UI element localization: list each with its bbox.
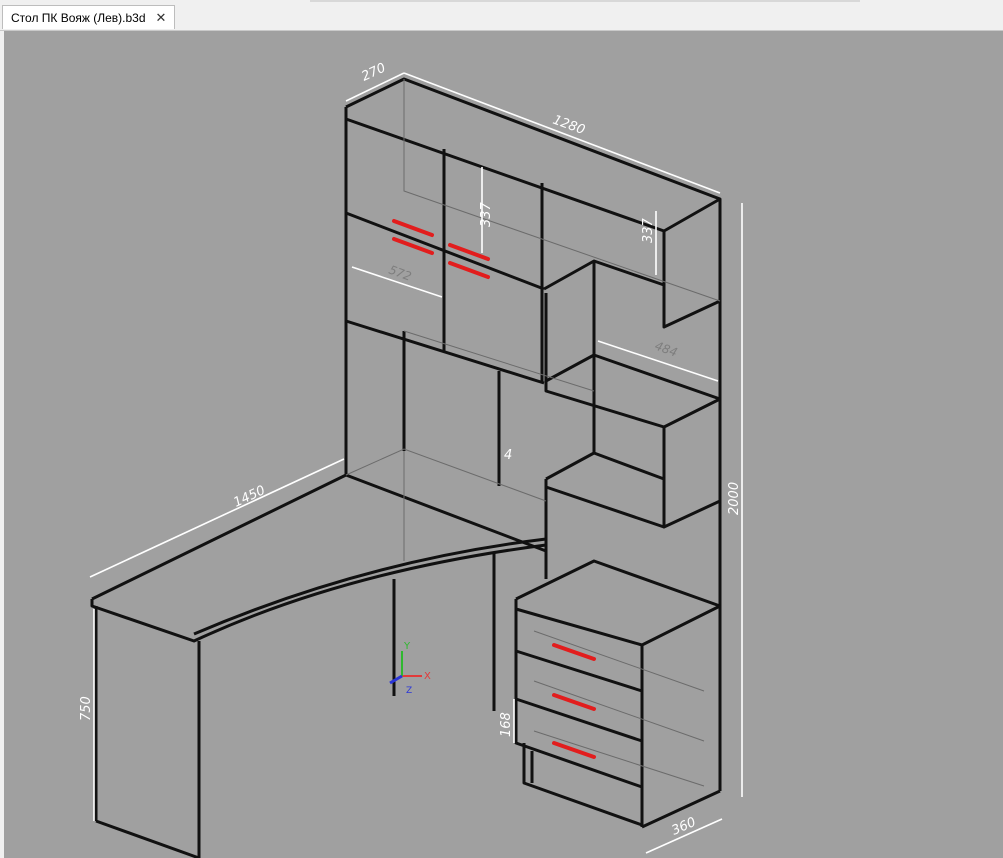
toolbar-strip bbox=[310, 0, 860, 2]
3d-viewport[interactable]: 270 1280 337 337 2000 1450 750 168 360 4… bbox=[4, 31, 1003, 858]
dim-depth-top: 270 bbox=[359, 61, 388, 85]
dim-total-height: 2000 bbox=[727, 482, 742, 515]
dim-shelf-gap: 337 bbox=[641, 217, 656, 243]
tab-bar: Стол ПК Вояж (Лев).b3d ✕ bbox=[0, 0, 1003, 31]
axis-gizmo: X Y Z bbox=[389, 641, 431, 696]
dim-desk-length: 1450 bbox=[231, 483, 267, 511]
tab-title: Стол ПК Вояж (Лев).b3d bbox=[11, 10, 146, 25]
dim-corner-mark: 4 bbox=[504, 448, 512, 463]
model-drawing: 270 1280 337 337 2000 1450 750 168 360 4… bbox=[79, 61, 743, 858]
dim-drawer-height: 168 bbox=[499, 712, 514, 737]
axis-z-label: Z bbox=[406, 686, 412, 696]
dim-base-depth: 360 bbox=[670, 815, 699, 839]
dim-inner-width: 484 bbox=[653, 339, 679, 360]
tab-document[interactable]: Стол ПК Вояж (Лев).b3d ✕ bbox=[2, 5, 176, 29]
dimension-lines bbox=[89, 72, 743, 854]
close-icon[interactable]: ✕ bbox=[156, 11, 167, 24]
axis-y-label: Y bbox=[403, 641, 411, 652]
dim-door-height: 337 bbox=[479, 201, 494, 227]
dim-desk-height: 750 bbox=[79, 696, 94, 721]
cabinet-outline bbox=[90, 77, 722, 858]
dim-width-top: 1280 bbox=[551, 113, 587, 138]
axis-x-label: X bbox=[424, 671, 431, 682]
